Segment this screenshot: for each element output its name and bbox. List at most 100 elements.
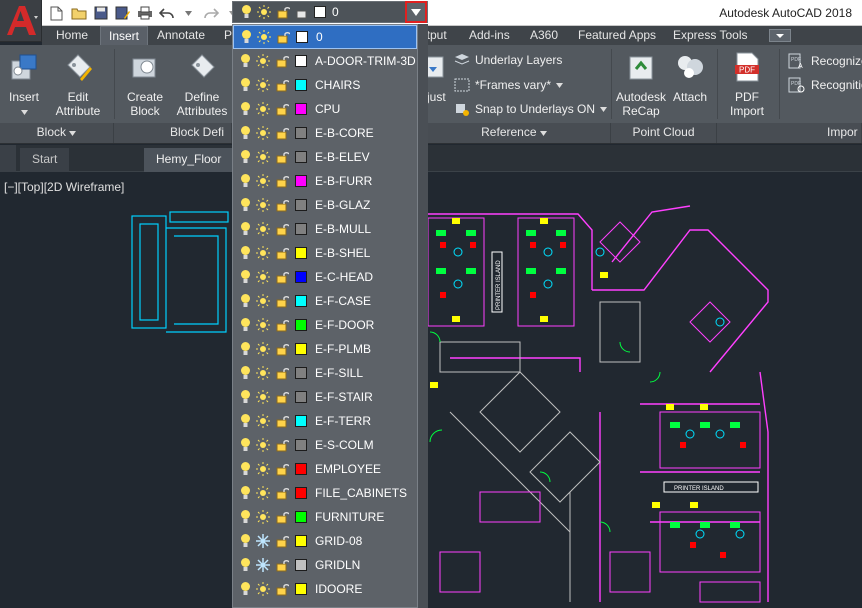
save-icon[interactable] xyxy=(92,5,109,22)
unlocked-icon[interactable] xyxy=(275,390,289,404)
snowflake-frozen-icon[interactable] xyxy=(256,558,270,572)
layer-color-swatch[interactable] xyxy=(295,79,307,91)
undo-dropdown-icon[interactable] xyxy=(180,5,197,22)
recognize-button[interactable]: PDFA Recognize xyxy=(788,53,862,69)
redo-icon[interactable] xyxy=(202,5,219,22)
unlocked-icon[interactable] xyxy=(275,174,289,188)
sun-thawed-icon[interactable] xyxy=(256,126,270,140)
lightbulb-on-icon[interactable] xyxy=(240,413,251,429)
layer-color-swatch[interactable] xyxy=(295,391,307,403)
layer-row[interactable]: E-B-CORE xyxy=(233,121,417,145)
layer-row[interactable]: E-B-FURR xyxy=(233,169,417,193)
lightbulb-on-icon[interactable] xyxy=(240,581,251,597)
layer-color-swatch[interactable] xyxy=(295,247,307,259)
layer-row[interactable]: GRID-08 xyxy=(233,529,417,553)
layer-color-swatch[interactable] xyxy=(295,367,307,379)
unlocked-icon[interactable] xyxy=(275,558,289,572)
sun-thawed-icon[interactable] xyxy=(256,390,270,404)
lightbulb-on-icon[interactable] xyxy=(240,269,251,285)
lightbulb-on-icon[interactable] xyxy=(240,389,251,405)
lightbulb-on-icon[interactable] xyxy=(240,293,251,309)
layer-row[interactable]: FILE_CABINETS xyxy=(233,481,417,505)
layer-row[interactable]: E-F-SILL xyxy=(233,361,417,385)
edit-attribute-button[interactable]: Edit Attribute xyxy=(50,51,106,118)
unlocked-icon[interactable] xyxy=(275,462,289,476)
lightbulb-on-icon[interactable] xyxy=(240,341,251,357)
unlocked-icon[interactable] xyxy=(275,342,289,356)
undo-icon[interactable] xyxy=(158,5,175,22)
underlay-layers-button[interactable]: Underlay Layers xyxy=(454,53,562,67)
layer-row[interactable]: GRIDLN xyxy=(233,553,417,577)
lightbulb-on-icon[interactable] xyxy=(240,53,251,69)
panel-title-block[interactable]: Block xyxy=(0,123,114,143)
tab-insert[interactable]: Insert xyxy=(100,26,149,45)
layer-row[interactable]: E-B-SHEL xyxy=(233,241,417,265)
sun-thawed-icon[interactable] xyxy=(256,54,270,68)
unlocked-icon[interactable] xyxy=(275,222,289,236)
layer-color-swatch[interactable] xyxy=(295,559,307,571)
layer-dropdown-toggle[interactable] xyxy=(405,1,427,23)
layer-color-swatch[interactable] xyxy=(295,415,307,427)
lightbulb-on-icon[interactable] xyxy=(240,317,251,333)
layer-color-swatch[interactable] xyxy=(295,463,307,475)
layer-row[interactable]: E-F-CASE xyxy=(233,289,417,313)
layer-row[interactable]: FURNITURE xyxy=(233,505,417,529)
lightbulb-on-icon[interactable] xyxy=(240,557,251,573)
layer-row[interactable]: E-F-DOOR xyxy=(233,313,417,337)
unlocked-icon[interactable] xyxy=(275,414,289,428)
snap-to-underlays-dropdown[interactable]: Snap to Underlays ON xyxy=(454,102,608,116)
sun-thawed-icon[interactable] xyxy=(256,246,270,260)
unlocked-icon[interactable] xyxy=(275,366,289,380)
create-block-button[interactable]: Create Block xyxy=(122,51,168,118)
lightbulb-on-icon[interactable] xyxy=(240,197,251,213)
lightbulb-on-icon[interactable] xyxy=(240,509,251,525)
layer-row[interactable]: E-B-GLAZ xyxy=(233,193,417,217)
lightbulb-on-icon[interactable] xyxy=(240,533,251,549)
layer-row[interactable]: 0 xyxy=(233,25,417,49)
lightbulb-on-icon[interactable] xyxy=(240,173,251,189)
unlocked-icon[interactable] xyxy=(275,150,289,164)
layer-row[interactable]: A-DOOR-TRIM-3D xyxy=(233,49,417,73)
lightbulb-on-icon[interactable] xyxy=(240,125,251,141)
layer-color-swatch[interactable] xyxy=(295,103,307,115)
file-tab-menu[interactable] xyxy=(0,145,16,172)
save-as-icon[interactable] xyxy=(114,5,131,22)
lightbulb-on-icon[interactable] xyxy=(240,365,251,381)
unlocked-icon[interactable] xyxy=(275,78,289,92)
layer-color-swatch[interactable] xyxy=(295,487,307,499)
panel-title-block-definition[interactable]: Block Defi xyxy=(114,123,232,143)
unlocked-icon[interactable] xyxy=(276,30,290,44)
unlocked-icon[interactable] xyxy=(275,486,289,500)
lightbulb-on-icon[interactable] xyxy=(240,461,251,477)
lightbulb-on-icon[interactable] xyxy=(240,149,251,165)
sun-thawed-icon[interactable] xyxy=(256,294,270,308)
sun-thawed-icon[interactable] xyxy=(256,318,270,332)
insert-button[interactable]: Insert xyxy=(4,51,44,118)
layer-row[interactable]: E-S-COLM xyxy=(233,433,417,457)
unlocked-icon[interactable] xyxy=(275,126,289,140)
layer-color-swatch[interactable] xyxy=(295,511,307,523)
panel-title-import[interactable]: Impor xyxy=(717,123,862,143)
layer-row[interactable]: E-F-TERR xyxy=(233,409,417,433)
sun-thawed-icon[interactable] xyxy=(256,102,270,116)
sun-thawed-icon[interactable] xyxy=(256,78,270,92)
layer-color-swatch[interactable] xyxy=(295,199,307,211)
layer-list-scrollbar[interactable] xyxy=(418,24,428,608)
layer-color-swatch[interactable] xyxy=(295,271,307,283)
layer-row[interactable]: E-B-MULL xyxy=(233,217,417,241)
snowflake-frozen-icon[interactable] xyxy=(256,534,270,548)
unlocked-icon[interactable] xyxy=(275,438,289,452)
unlocked-icon[interactable] xyxy=(275,102,289,116)
lightbulb-on-icon[interactable] xyxy=(241,29,252,45)
lightbulb-on-icon[interactable] xyxy=(240,77,251,93)
sun-thawed-icon[interactable] xyxy=(256,222,270,236)
ribbon-minimize-button[interactable] xyxy=(769,29,791,42)
frames-vary-dropdown[interactable]: *Frames vary* xyxy=(454,78,564,92)
tab-annotate[interactable]: Annotate xyxy=(149,26,213,45)
sun-thawed-icon[interactable] xyxy=(257,30,271,44)
pdf-import-button[interactable]: PDF PDF Import xyxy=(722,51,772,118)
layer-color-swatch[interactable] xyxy=(295,55,307,67)
doc-tab-start[interactable]: Start xyxy=(20,148,70,172)
unlocked-icon[interactable] xyxy=(275,246,289,260)
sun-thawed-icon[interactable] xyxy=(256,462,270,476)
